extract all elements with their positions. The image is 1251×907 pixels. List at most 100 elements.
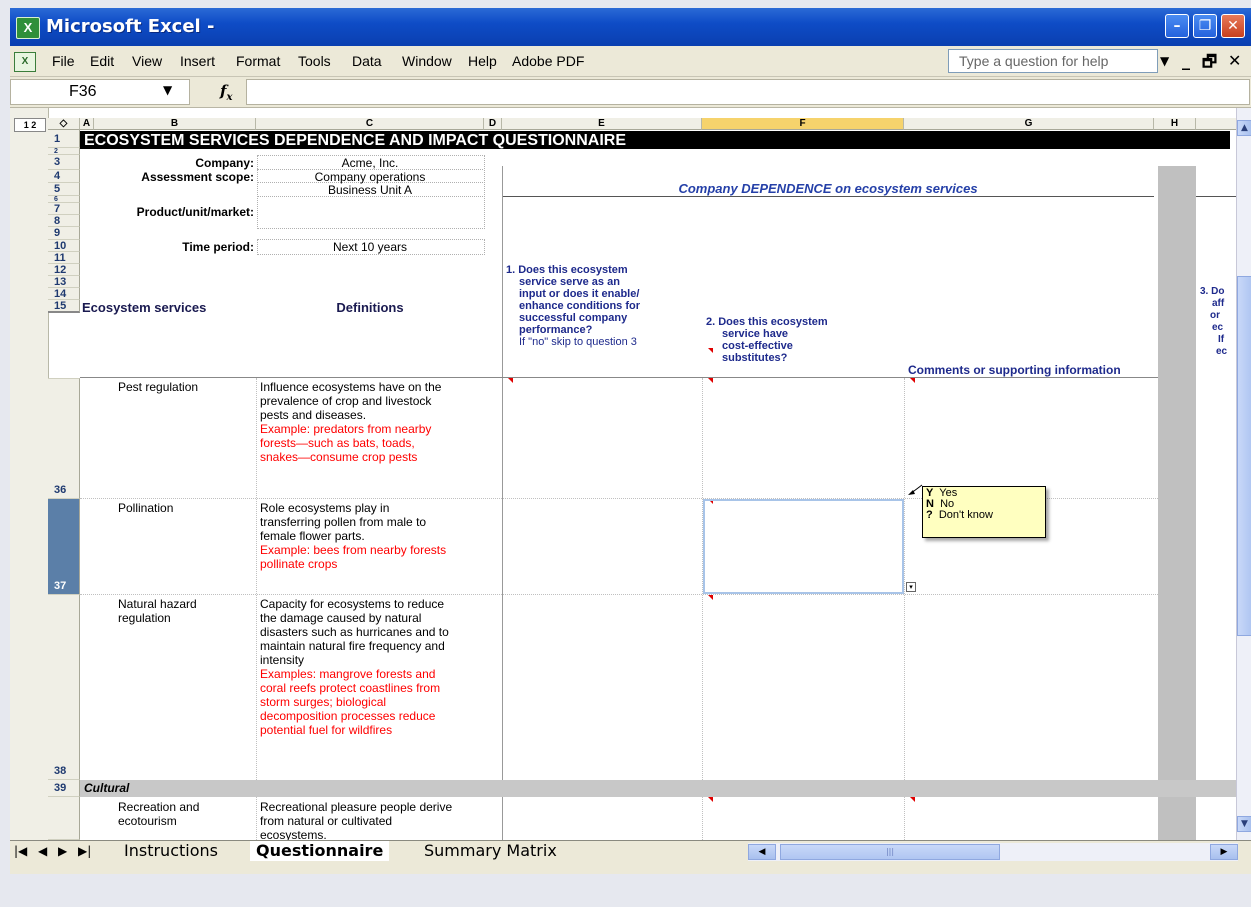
function-icon[interactable]: fx [220,82,232,103]
tab-summary-matrix[interactable]: Summary Matrix [418,841,563,861]
service-name[interactable]: Pest regulation [118,380,198,394]
row-header[interactable]: 11 [48,252,80,264]
row-header[interactable]: 2 [48,148,80,155]
col-header-b[interactable]: B [94,118,256,130]
row-header[interactable]: 1 [48,130,80,148]
product-value[interactable]: Business Unit A [257,183,483,197]
doc-restore-button[interactable]: 🗗 [1202,51,1217,78]
sheet-title: ECOSYSTEM SERVICES DEPENDENCE AND IMPACT… [84,132,626,149]
company-value[interactable]: Acme, Inc. [257,156,483,170]
row-header-36[interactable]: 36 [48,378,80,499]
horizontal-scrollbar[interactable]: ◀ ||| ▶ [748,843,1238,861]
menu-edit[interactable]: Edit [90,53,114,69]
row-header-37[interactable]: 37 [48,499,80,595]
row-header[interactable]: 15 [48,300,80,313]
row-header[interactable]: 8 [48,215,80,227]
next-sheet-button[interactable]: ▶ [58,844,67,858]
row-header[interactable]: 13 [48,276,80,288]
menu-view[interactable]: View [132,53,162,69]
gridline [256,378,257,840]
menu-data[interactable]: Data [352,53,382,69]
col-header-a[interactable]: A [80,118,94,130]
scroll-down-button[interactable]: ▼ [1237,816,1251,832]
row-header[interactable]: 10 [48,240,80,252]
vertical-scroll-thumb[interactable] [1237,276,1251,636]
col-header-h[interactable]: H [1154,118,1196,130]
row-header[interactable]: 3 [48,155,80,170]
help-dropdown-icon[interactable]: ▼ [1160,54,1169,68]
first-sheet-button[interactable]: |◀ [14,844,27,858]
service-name[interactable]: Recreation and ecotourism [118,800,199,828]
menu-file[interactable]: File [52,53,75,69]
menu-window[interactable]: Window [402,53,452,69]
menu-adobe-pdf[interactable]: Adobe PDF [512,53,584,69]
worksheet-grid[interactable]: 1 2 ◇ A B C D E F G H 1 2 3 4 5 6 7 8 9 … [10,108,1236,840]
scope-value[interactable]: Company operations [257,170,483,184]
window-title: Microsoft Excel - [46,16,215,37]
scroll-up-button[interactable]: ▲ [1237,120,1251,136]
restore-button[interactable]: ❐ [1193,14,1217,38]
col-header-i[interactable] [1196,118,1236,130]
doc-close-button[interactable]: ✕ [1228,51,1241,70]
comment-indicator[interactable] [708,595,713,600]
horizontal-scroll-thumb[interactable]: ||| [780,844,1000,860]
tab-questionnaire[interactable]: Questionnaire [250,841,390,861]
menu-insert[interactable]: Insert [180,53,215,69]
tab-instructions[interactable]: Instructions [118,841,224,861]
service-definition[interactable]: Influence ecosystems have on the prevalen… [260,380,500,464]
doc-minimize-button[interactable]: _ [1182,51,1190,70]
help-search-input[interactable]: Type a question for help [948,49,1158,73]
col-header-g[interactable]: G [904,118,1154,130]
row-header-38[interactable]: 38 [48,595,80,780]
row-header[interactable]: 7 [48,203,80,215]
vertical-scrollbar[interactable]: ▲ ▼ [1236,108,1251,840]
name-box[interactable]: F36 ▼ [10,79,190,105]
service-definition[interactable]: Recreational pleasure people derive from … [260,800,500,840]
scroll-left-button[interactable]: ◀ [748,844,776,860]
active-cell-f37[interactable] [703,499,904,594]
col-header-c[interactable]: C [256,118,484,130]
row-header[interactable]: 9 [48,227,80,240]
col-header-f[interactable]: F [702,118,904,130]
formula-input[interactable] [246,79,1250,105]
close-button[interactable]: ✕ [1221,14,1245,38]
row-header[interactable]: 6 [48,196,80,203]
prev-sheet-button[interactable]: ◀ [38,844,47,858]
col-header-d[interactable]: D [484,118,502,130]
comment-indicator[interactable] [708,348,713,353]
menu-tools[interactable]: Tools [298,53,331,69]
last-sheet-button[interactable]: ▶| [78,844,91,858]
workbook-icon[interactable]: X [14,52,36,72]
comment-indicator[interactable] [708,797,713,802]
comment-indicator[interactable] [910,378,915,383]
select-all-button[interactable]: ◇ [48,118,80,130]
minimize-button[interactable]: – [1165,14,1189,38]
comments-header: Comments or supporting information [908,363,1121,377]
tooltip-pointer [908,484,923,495]
row-header[interactable]: 12 [48,264,80,276]
name-box-dropdown-icon[interactable]: ▼ [163,83,172,97]
menu-help[interactable]: Help [468,53,497,69]
definitions-column-header: Definitions [336,300,404,315]
row-header[interactable]: 4 [48,170,80,183]
service-definition[interactable]: Role ecosystems play in transferring poll… [260,501,500,571]
dropdown-arrow-icon[interactable]: ▾ [906,582,916,592]
period-value[interactable]: Next 10 years [257,240,483,254]
row-header-40[interactable] [48,797,80,840]
service-name[interactable]: Natural hazard regulation [118,597,197,625]
outline-level-buttons[interactable]: 1 2 [14,118,46,132]
menu-format[interactable]: Format [236,53,280,69]
row-header[interactable]: 14 [48,288,80,300]
row-header-39[interactable]: 39 [48,780,80,797]
row-header[interactable]: 5 [48,183,80,196]
comment-indicator[interactable] [910,797,915,802]
comment-indicator[interactable] [708,378,713,383]
scope-label: Assessment scope: [141,170,254,184]
service-definition[interactable]: Capacity for ecosystems to reduce the dam… [260,597,500,737]
col-header-e[interactable]: E [502,118,702,130]
service-name[interactable]: Pollination [118,501,173,515]
scroll-right-button[interactable]: ▶ [1210,844,1238,860]
comment-indicator[interactable] [508,378,513,383]
gridline [502,378,503,840]
excel-icon[interactable]: X [16,17,40,39]
